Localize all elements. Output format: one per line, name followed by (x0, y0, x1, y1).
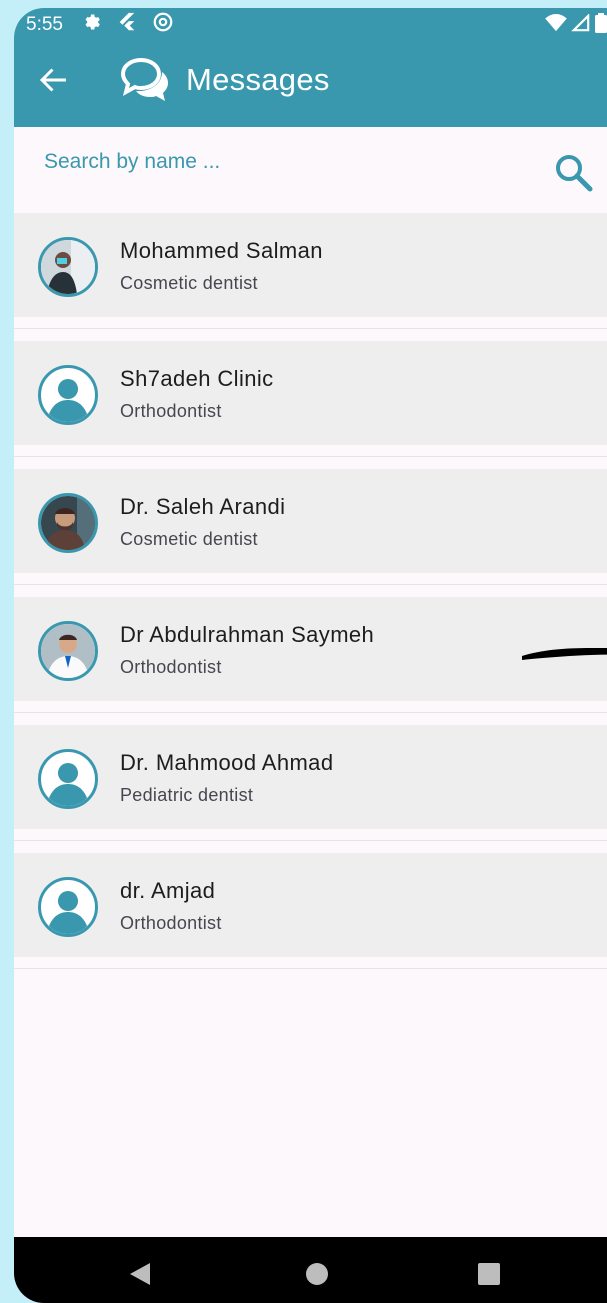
status-bar: 5:55 (14, 8, 607, 42)
recents-square-icon[interactable] (474, 1259, 504, 1289)
arrow-left-icon[interactable] (36, 62, 72, 98)
contact-specialty: Cosmetic dentist (120, 273, 258, 293)
contact-list: Mohammed Salman Cosmetic dentist Sh7adeh… (14, 213, 607, 981)
list-item[interactable]: Dr. Mahmood Ahmad Pediatric dentist (14, 725, 607, 841)
contact-specialty: Cosmetic dentist (120, 529, 258, 549)
toolbar: Messages (14, 48, 607, 118)
avatar (38, 237, 98, 297)
contact-specialty: Orthodontist (120, 913, 222, 933)
avatar (38, 621, 98, 681)
page-title: Messages (186, 62, 330, 97)
contact-name: Mohammed Salman (120, 238, 323, 263)
contact-name: Dr Abdulrahman Saymeh (120, 622, 375, 647)
search-bar (14, 127, 607, 213)
flutter-icon (119, 12, 135, 31)
default-user-icon (49, 763, 87, 806)
contact-name: Dr. Mahmood Ahmad (120, 750, 334, 775)
at-sign-icon (153, 12, 173, 32)
contact-specialty: Orthodontist (120, 657, 222, 677)
list-item[interactable]: Dr. Saleh Arandi Cosmetic dentist (14, 469, 607, 585)
default-user-icon (49, 891, 87, 934)
default-user-icon (49, 379, 87, 422)
back-triangle-icon[interactable] (126, 1259, 156, 1289)
battery-icon (595, 13, 607, 33)
list-item[interactable]: Mohammed Salman Cosmetic dentist (14, 213, 607, 329)
system-nav-bar (14, 1237, 607, 1303)
status-right-icons (545, 13, 607, 33)
status-left-icons (82, 11, 174, 33)
gear-icon (85, 14, 100, 30)
search-icon[interactable] (554, 153, 594, 193)
avatar (38, 877, 98, 937)
list-item[interactable]: Sh7adeh Clinic Orthodontist (14, 341, 607, 457)
wifi-icon (545, 14, 567, 32)
status-time: 5:55 (26, 14, 63, 35)
search-input[interactable] (42, 143, 526, 181)
list-item[interactable]: dr. Amjad Orthodontist (14, 853, 607, 969)
signal-icon (571, 14, 590, 32)
app-bar: 5:55 Messages (14, 8, 607, 127)
redaction-scribble (522, 648, 607, 660)
contact-name: dr. Amjad (120, 878, 216, 903)
avatar (38, 749, 98, 809)
chat-bubbles-icon (120, 57, 168, 101)
list-item[interactable]: Dr Abdulrahman Saymeh Orthodontist (14, 597, 607, 713)
phone-screen: 5:55 Messages Search by name ... Mohamme… (14, 8, 607, 1303)
avatar (38, 365, 98, 425)
contact-name: Sh7adeh Clinic (120, 366, 274, 391)
avatar (38, 493, 98, 553)
contact-specialty: Orthodontist (120, 401, 222, 421)
home-circle-icon[interactable] (302, 1259, 332, 1289)
contact-specialty: Pediatric dentist (120, 785, 254, 805)
contact-name: Dr. Saleh Arandi (120, 494, 286, 519)
